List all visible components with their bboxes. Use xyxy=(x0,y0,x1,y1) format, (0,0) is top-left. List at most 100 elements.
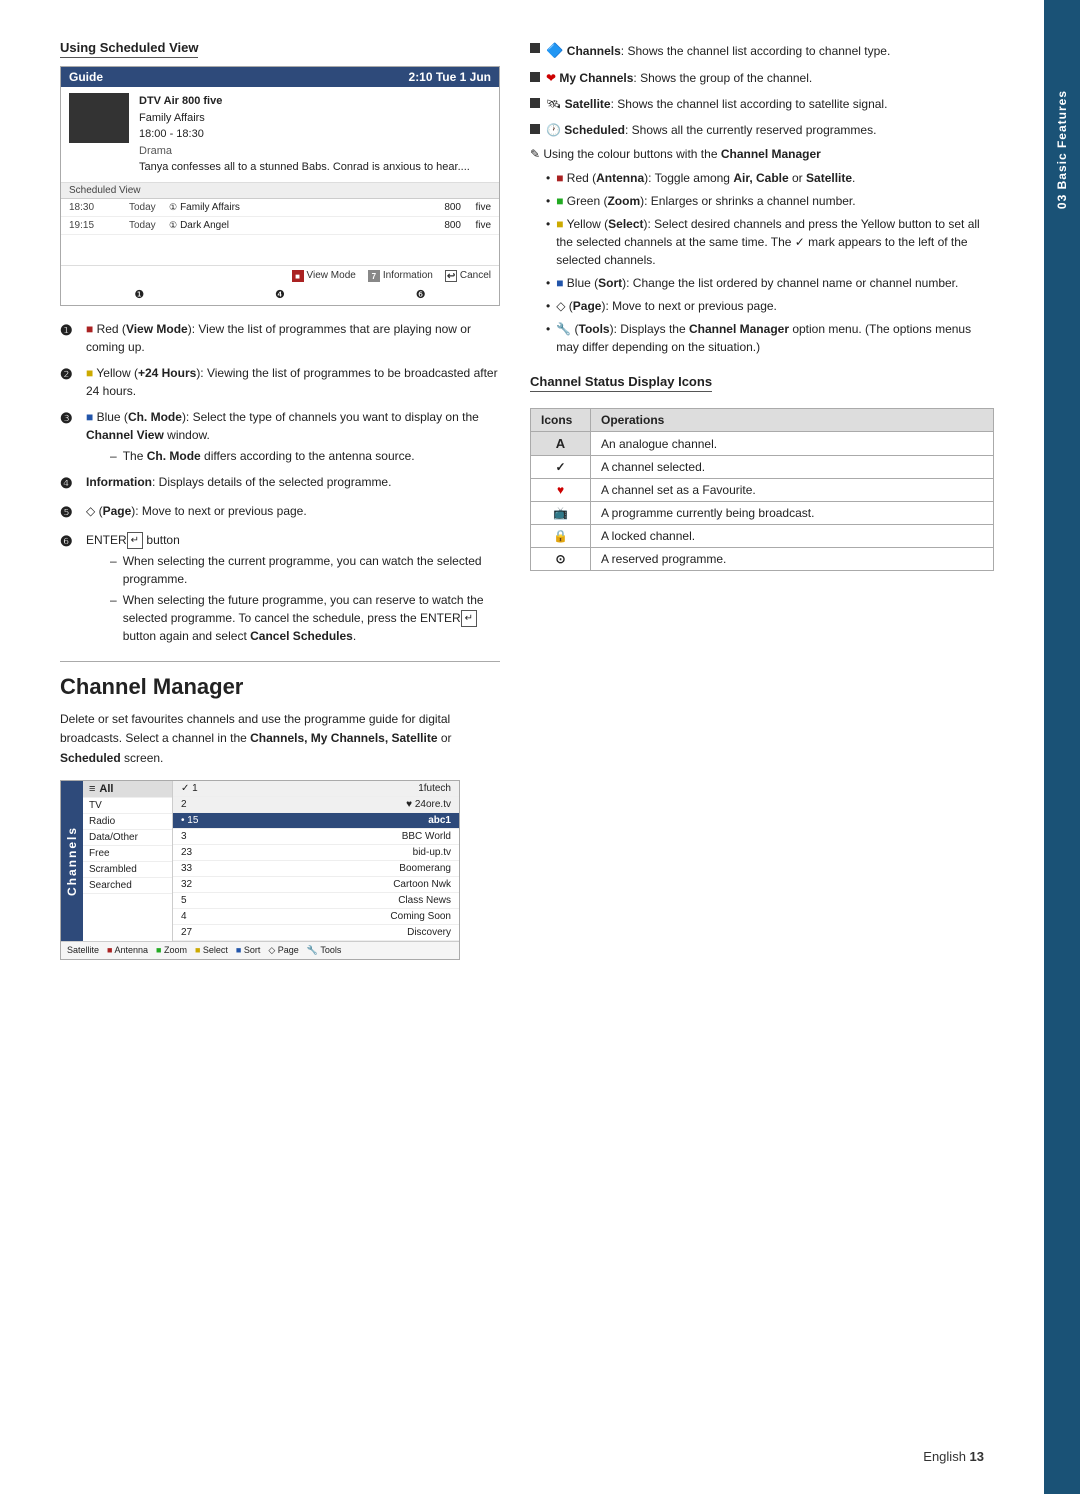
sched-time-2: 19:15 xyxy=(69,220,129,231)
channels-icon: 🔷 xyxy=(546,42,563,58)
section-divider xyxy=(60,661,500,662)
blue-square-icon: ■ xyxy=(86,410,93,424)
ch-name-disc: Discovery xyxy=(407,927,451,938)
ch-num-cartoon: 32 xyxy=(181,879,192,890)
status-op-analog: An analogue channel. xyxy=(591,432,994,456)
status-col-icons: Icons xyxy=(531,409,591,432)
dash-icon-2: – xyxy=(110,552,117,570)
status-row-selected: ✓ A channel selected. xyxy=(531,456,994,479)
tools-icon: 🔧 xyxy=(556,322,571,336)
sched-day-1: Today xyxy=(129,202,169,213)
colour-green: • ■ Green (Zoom): Enlarges or shrinks a … xyxy=(546,192,994,210)
highlighted-name: abc1 xyxy=(428,815,451,826)
status-row-reserved: ⊙ A reserved programme. xyxy=(531,548,994,571)
ch-name-bbc: BBC World xyxy=(402,831,451,842)
status-op-selected: A channel selected. xyxy=(591,456,994,479)
status-op-locked: A locked channel. xyxy=(591,525,994,548)
sq-bullet-channels xyxy=(530,43,540,53)
sq-bullet-scheduled xyxy=(530,124,540,134)
colour-red-text: ■ Red (Antenna): Toggle among Air, Cable… xyxy=(556,169,855,187)
channel-status-section: Channel Status Display Icons Icons Opera… xyxy=(530,374,994,571)
dot-green: • xyxy=(546,192,550,210)
right-bullet-channels: 🔷 Channels: Shows the channel list accor… xyxy=(530,40,994,61)
red-square-icon: ■ xyxy=(86,322,93,336)
page-footer: English 13 xyxy=(923,1449,984,1464)
guide-box: Guide 2:10 Tue 1 Jun DTV Air 800 five Fa… xyxy=(60,66,500,306)
cancel-btn: ↩ Cancel xyxy=(445,270,491,282)
bullet-text-5: ◇ (Page): Move to next or previous page. xyxy=(86,502,307,520)
guide-footer: ■ View Mode 7 Information ↩ Cancel xyxy=(61,265,499,286)
top-row-right: 1futech xyxy=(418,783,451,794)
sched-prog-2: ①Dark Angel xyxy=(169,220,426,231)
status-row-fav: ♥ A channel set as a Favourite. xyxy=(531,479,994,502)
ch-name-class: Class News xyxy=(398,895,451,906)
cm-footer: Satellite ■ Antenna ■ Zoom ■ Select ■ So… xyxy=(61,941,459,959)
sched-prog-1: ①Family Affairs xyxy=(169,202,426,213)
all-icon: ≡ xyxy=(89,783,95,795)
status-op-broadcast: A programme currently being broadcast. xyxy=(591,502,994,525)
dash-icon: – xyxy=(110,447,117,465)
ch-num-bbc: 3 xyxy=(181,831,187,842)
yellow-sq-icon: ■ xyxy=(556,217,563,231)
ch-name-boom: Boomerang xyxy=(399,863,451,874)
ch-num-disc: 27 xyxy=(181,927,192,938)
free-label: Free xyxy=(89,848,110,859)
right-bullet-scheduled: 🕐 Scheduled: Shows all the currently res… xyxy=(530,121,994,139)
guide-genre: Drama xyxy=(139,143,470,160)
dot-red: • xyxy=(546,169,550,187)
cm-left-tv: TV xyxy=(83,798,172,814)
guide-time: 18:00 - 18:30 xyxy=(139,126,470,143)
callout-4: ❹ xyxy=(275,288,285,301)
bullet-6: ❻ ENTER↵ button – When selecting the cur… xyxy=(60,531,500,646)
scheduled-row-2: 19:15 Today ①Dark Angel 800 five xyxy=(61,217,499,235)
cm-left-searched: Searched xyxy=(83,878,172,894)
bullet-text-2: ■ Yellow (+24 Hours): Viewing the list o… xyxy=(86,364,500,400)
data-label: Data/Other xyxy=(89,832,138,843)
callout-nums: ❶ ❹ ❻ xyxy=(61,286,499,305)
guide-header: Guide 2:10 Tue 1 Jun xyxy=(61,67,499,87)
status-table: Icons Operations A An analogue channel. … xyxy=(530,408,994,571)
footer-antenna: ■ Antenna xyxy=(107,945,148,956)
enter-icon-2: ↵ xyxy=(461,610,477,627)
heart-icon: ❤ xyxy=(546,71,556,85)
status-op-fav: A channel set as a Favourite. xyxy=(591,479,994,502)
cm-top-row-2: 2 ♥ 24ore.tv xyxy=(173,797,459,813)
status-row-analog: A An analogue channel. xyxy=(531,432,994,456)
cancel-icon-btn: ↩ xyxy=(445,270,457,282)
colour-page: • ◇ (Page): Move to next or previous pag… xyxy=(546,297,994,315)
searched-label: Searched xyxy=(89,880,132,891)
red-sq-icon: ■ xyxy=(556,171,563,185)
blue-sq-icon: ■ xyxy=(556,276,563,290)
footer-tools: 🔧 Tools xyxy=(307,945,342,956)
ch-num-bid: 23 xyxy=(181,847,192,858)
guide-program: Family Affairs xyxy=(139,110,470,127)
right-bullet-channels-text: 🔷 Channels: Shows the channel list accor… xyxy=(546,40,890,61)
cm-description: Delete or set favourites channels and us… xyxy=(60,710,500,768)
channel-manager-title: Channel Manager xyxy=(60,674,500,700)
tv-label: TV xyxy=(89,800,102,811)
view-mode-btn: ■ View Mode xyxy=(292,270,356,282)
channel-status-heading: Channel Status Display Icons xyxy=(530,374,712,392)
right-bullet-mychannels-text: ❤ My Channels: Shows the group of the ch… xyxy=(546,69,812,87)
cm-left-scrambled: Scrambled xyxy=(83,862,172,878)
cm-right-panel: ✓ 1 1futech 2 ♥ 24ore.tv • 15 abc1 xyxy=(173,781,459,941)
sidebar-label: 03 Basic Features xyxy=(1055,80,1069,219)
status-icon-broadcast: 📺 xyxy=(531,502,591,525)
status-icon-locked: 🔒 xyxy=(531,525,591,548)
cm-left-radio: Radio xyxy=(83,814,172,830)
sq-bullet-satellite xyxy=(530,98,540,108)
green-sq-icon: ■ xyxy=(556,194,563,208)
dot-blue: • xyxy=(546,274,550,292)
guide-title: Guide xyxy=(69,70,103,84)
radio-label: Radio xyxy=(89,816,115,827)
info-num-btn: 7 xyxy=(368,270,380,282)
ch-num-boom: 33 xyxy=(181,863,192,874)
cm-row-boom: 33 Boomerang xyxy=(173,861,459,877)
status-row-broadcast: 📺 A programme currently being broadcast. xyxy=(531,502,994,525)
bullet-text-4: Information: Displays details of the sel… xyxy=(86,473,391,491)
status-col-operations: Operations xyxy=(591,409,994,432)
bullet-6-sub1: – When selecting the current programme, … xyxy=(110,552,500,588)
colour-blue-text: ■ Blue (Sort): Change the list ordered b… xyxy=(556,274,958,292)
status-row-locked: 🔒 A locked channel. xyxy=(531,525,994,548)
cm-left-all-icon: ≡ All xyxy=(83,781,172,798)
